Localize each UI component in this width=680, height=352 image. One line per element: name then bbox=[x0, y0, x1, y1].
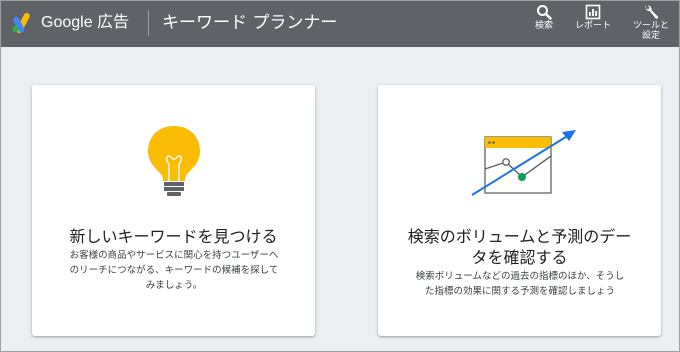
tools-label-line1: ツールと bbox=[632, 21, 669, 31]
keyword-planner-page: Google 広告 キーワード プランナー 検索 レポート ツールと 設定 新し… bbox=[0, 0, 680, 352]
page-title: キーワード プランナー bbox=[162, 13, 338, 33]
discover-keywords-title: 新しいキーワードを見つける bbox=[69, 227, 278, 246]
discover-keywords-card[interactable]: 新しいキーワードを見つける お客様の商品やサービスに関心を持つユーザーへ のリー… bbox=[32, 85, 315, 336]
wrench-icon bbox=[645, 5, 658, 19]
discover-keywords-description: お客様の商品やサービスに関心を持つユーザーへ のリーチにつながる、キーワードの候… bbox=[48, 248, 300, 293]
search-icon bbox=[537, 5, 552, 20]
header-divider bbox=[148, 10, 149, 36]
forecast-chart-icon bbox=[471, 130, 576, 196]
tools-label-line2: 設定 bbox=[641, 31, 660, 41]
tools-settings-button[interactable]: ツールと 設定 bbox=[628, 4, 674, 41]
title-line: 検索のボリュームと予測のデー bbox=[407, 227, 632, 246]
description-line: た指標の効果に関する予測を確認しましょう bbox=[424, 286, 615, 297]
description-line: のリーチにつながる、キーワードの候補を探して bbox=[69, 265, 279, 276]
reports-button[interactable]: レポート bbox=[567, 4, 619, 31]
reports-button-label: レポート bbox=[574, 21, 611, 31]
reports-icon bbox=[585, 4, 601, 20]
search-volume-forecast-description: 検索ボリュームなどの過去の指標のほか、そうし た指標の効果に関する予測を確認しま… bbox=[392, 269, 648, 299]
search-volume-forecast-card[interactable]: 検索のボリュームと予測のデー タを確認する 検索ボリュームなどの過去の指標のほか… bbox=[378, 85, 661, 336]
top-app-bar: Google 広告 キーワード プランナー 検索 レポート ツールと 設定 bbox=[1, 1, 679, 47]
search-volume-forecast-title: 検索のボリュームと予測のデー タを確認する bbox=[378, 226, 661, 268]
search-button[interactable]: 検索 bbox=[529, 4, 559, 31]
google-ads-brand[interactable]: Google 広告 bbox=[41, 13, 129, 33]
description-line: みましょう。 bbox=[145, 280, 203, 291]
title-line: タを確認する bbox=[471, 248, 568, 267]
search-button-label: 検索 bbox=[534, 21, 553, 31]
description-line: お客様の商品やサービスに関心を持つユーザーへ bbox=[69, 250, 279, 261]
description-line: 検索ボリュームなどの過去の指標のほか、そうし bbox=[415, 271, 625, 282]
lightbulb-icon bbox=[148, 126, 200, 196]
google-ads-logo-icon bbox=[12, 13, 30, 33]
